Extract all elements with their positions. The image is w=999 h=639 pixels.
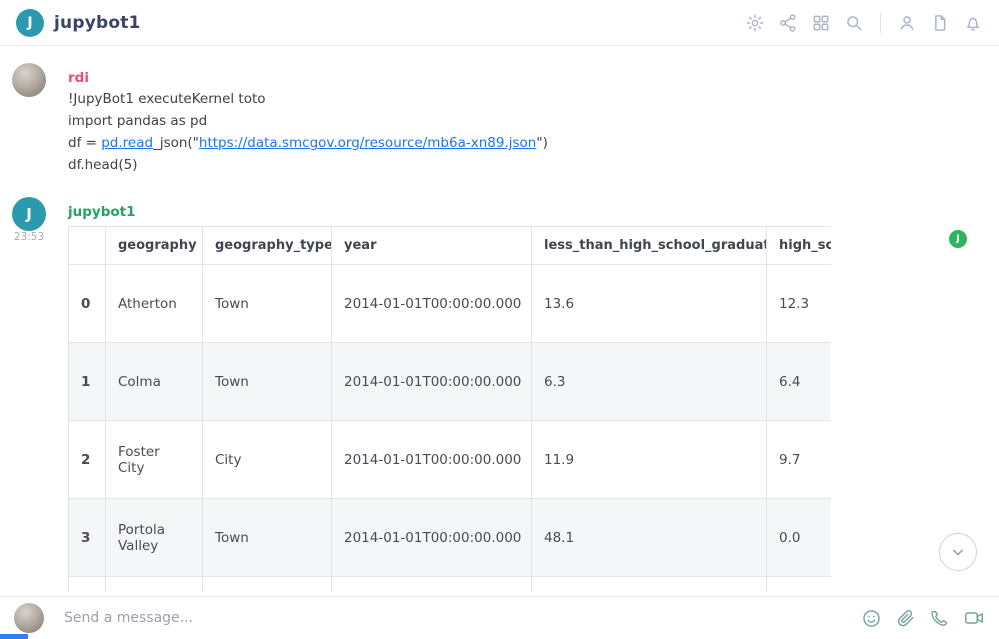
emoji-icon[interactable]	[861, 608, 882, 629]
table-cell: Town	[203, 343, 332, 421]
table-row: 3 Portola Valley Town 2014-01-01T00:00:0…	[69, 499, 832, 577]
message-username[interactable]: rdi	[68, 68, 548, 88]
message-input[interactable]	[62, 609, 861, 627]
table-header-cell: less_than_high_school_graduate	[532, 227, 767, 265]
channel-title: jupybot1	[54, 13, 141, 33]
channel-avatar-letter: J	[27, 15, 32, 31]
message-line: df.head(5)	[68, 154, 548, 176]
table-header-cell: geography_type	[203, 227, 332, 265]
header-actions	[745, 13, 983, 33]
table-cell	[532, 577, 767, 593]
scroll-to-bottom-button[interactable]	[939, 533, 977, 571]
header: J jupybot1	[0, 0, 999, 46]
table-cell: 48.1	[532, 499, 767, 577]
new-message-indicator-badge: J	[949, 230, 967, 248]
bottom-left-blue-strip	[0, 634, 28, 639]
table-cell: Foster City	[106, 421, 203, 499]
table-cell	[332, 577, 532, 593]
table-header-cell	[69, 227, 106, 265]
table-row: 0 Atherton Town 2014-01-01T00:00:00.000 …	[69, 265, 832, 343]
document-icon[interactable]	[930, 13, 950, 33]
table-cell: 0.0	[767, 499, 832, 577]
dataframe-table: geography geography_type year less_than_…	[68, 226, 831, 592]
table-row: 1 Colma Town 2014-01-01T00:00:00.000 6.3…	[69, 343, 832, 421]
dataset-url-link[interactable]: https://data.smcgov.org/resource/mb6a-xn…	[199, 135, 536, 151]
pd-read-link[interactable]: pd.read	[101, 135, 153, 151]
table-cell: Town	[203, 499, 332, 577]
chat-app-window: J jupybot1	[0, 0, 999, 639]
video-icon[interactable]	[963, 607, 985, 629]
message-timestamp: 23:53	[8, 231, 50, 243]
table-cell: Atherton	[106, 265, 203, 343]
table-cell: Portola Valley	[106, 499, 203, 577]
table-index-cell: 1	[69, 343, 106, 421]
table-row-clipped	[69, 577, 832, 593]
table-cell: 12.3	[767, 265, 832, 343]
table-index-cell: 2	[69, 421, 106, 499]
apps-grid-icon[interactable]	[811, 13, 831, 33]
message-content: rdi !JupyBot1 executeKernel toto import …	[68, 68, 548, 176]
table-index-cell: 3	[69, 499, 106, 577]
header-divider	[880, 13, 881, 33]
table-header-cell: high_sc	[767, 227, 832, 265]
composer-actions	[861, 607, 985, 629]
share-icon[interactable]	[778, 13, 798, 33]
settings-icon[interactable]	[745, 13, 765, 33]
table-cell: 13.6	[532, 265, 767, 343]
table-cell: Colma	[106, 343, 203, 421]
table-cell	[203, 577, 332, 593]
table-header-row: geography geography_type year less_than_…	[69, 227, 832, 265]
table-cell: 11.9	[532, 421, 767, 499]
table-cell	[767, 577, 832, 593]
notifications-icon[interactable]	[963, 13, 983, 33]
table-cell: 2014-01-01T00:00:00.000	[332, 421, 532, 499]
table-row: 2 Foster City City 2014-01-01T00:00:00.0…	[69, 421, 832, 499]
table-cell: 6.3	[532, 343, 767, 421]
table-cell: 6.4	[767, 343, 832, 421]
bot-avatar-letter: J	[26, 205, 32, 223]
user-avatar[interactable]	[12, 63, 46, 97]
table-cell: 2014-01-01T00:00:00.000	[332, 343, 532, 421]
channel-avatar[interactable]: J	[16, 9, 44, 37]
message-line: import pandas as pd	[68, 110, 548, 132]
table-cell	[106, 577, 203, 593]
bot-avatar[interactable]: J	[12, 197, 46, 231]
message-line: df = pd.read_json("https://data.smcgov.o…	[68, 132, 548, 154]
account-icon[interactable]	[897, 13, 917, 33]
chevron-down-icon	[948, 542, 968, 562]
table-cell: 2014-01-01T00:00:00.000	[332, 499, 532, 577]
attach-icon[interactable]	[895, 608, 916, 629]
message-composer	[0, 596, 999, 639]
code-text: df =	[68, 135, 101, 151]
message-username[interactable]: jupybot1	[68, 202, 136, 222]
table-header-cell: geography	[106, 227, 203, 265]
code-text: _json("	[153, 135, 199, 151]
table-cell: 9.7	[767, 421, 832, 499]
search-icon[interactable]	[844, 13, 864, 33]
table-cell: City	[203, 421, 332, 499]
dataframe-table-container[interactable]: geography geography_type year less_than_…	[68, 226, 831, 592]
message-line: !JupyBot1 executeKernel toto	[68, 88, 548, 110]
call-icon[interactable]	[929, 608, 950, 629]
table-cell: 2014-01-01T00:00:00.000	[332, 265, 532, 343]
table-header-cell: year	[332, 227, 532, 265]
current-user-avatar[interactable]	[14, 603, 44, 633]
table-cell: Town	[203, 265, 332, 343]
table-index-cell	[69, 577, 106, 593]
code-text: ")	[536, 135, 547, 151]
table-index-cell: 0	[69, 265, 106, 343]
